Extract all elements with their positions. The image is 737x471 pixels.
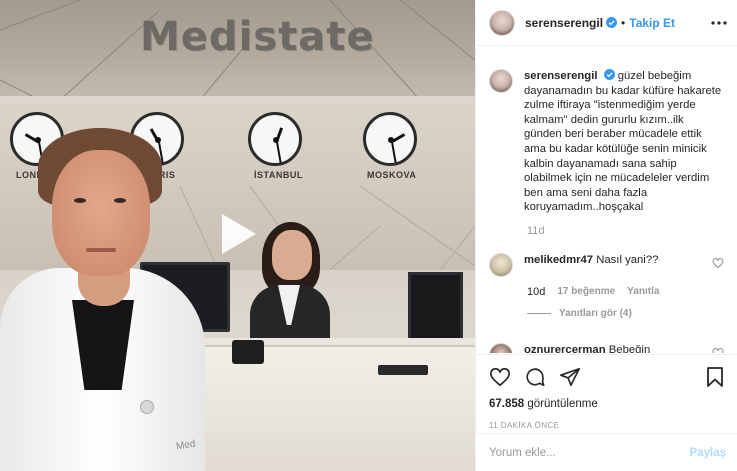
brand-sign: Medistate — [140, 14, 375, 60]
comments-list[interactable]: serenserengil güzel bebeğim dayanamadın … — [476, 47, 737, 353]
caption-text: serenserengil güzel bebeğim dayanamadın … — [524, 69, 724, 215]
verified-icon — [606, 17, 618, 28]
caption-body: güzel bebeğim dayanamadın bu kadar küfür… — [524, 70, 722, 214]
heart-icon[interactable] — [489, 366, 511, 388]
comment-time: 10d — [527, 285, 546, 298]
post-side-panel: serenserengil • Takip Et serenserengil g… — [475, 0, 737, 471]
caption: serenserengil güzel bebeğim dayanamadın … — [489, 47, 726, 215]
reply-button[interactable]: Yanıtla — [627, 286, 659, 298]
clock-moskova — [363, 112, 417, 166]
view-replies-button[interactable]: Yanıtları gör (4) — [527, 308, 726, 319]
doctor-eye — [74, 198, 86, 203]
post-header: serenserengil • Takip Et — [476, 0, 737, 46]
heart-icon[interactable] — [712, 347, 724, 353]
header-username[interactable]: serenserengil — [525, 16, 603, 30]
comment-icon[interactable] — [524, 366, 546, 388]
caption-username[interactable]: serenserengil — [524, 70, 597, 82]
comment-meta: 10d 17 beğenme Yanıtla — [527, 286, 726, 298]
post-comment-button[interactable]: Paylaş — [690, 447, 726, 459]
view-replies-label: Yanıtları gör (4) — [559, 307, 632, 319]
follow-button[interactable]: Takip Et — [629, 16, 675, 30]
desk-phone — [232, 340, 264, 364]
clock-city-label: MOSKOVA — [367, 170, 417, 180]
receptionist-face — [272, 230, 312, 280]
bookmark-icon[interactable] — [704, 366, 726, 388]
clock-city-label: İSTANBUL — [254, 170, 303, 180]
add-comment-bar: Paylaş — [476, 433, 737, 471]
action-bar — [489, 365, 726, 389]
caption-time: 11d — [527, 224, 545, 237]
post-timestamp: 11 DAKİKA ÖNCE — [489, 421, 560, 430]
doctor-face — [52, 150, 150, 276]
views-number: 67.858 — [489, 398, 525, 410]
coat-pin — [140, 400, 154, 414]
comment-text: oznurercerman Bebeğin cinsiyetinin kız o… — [524, 343, 699, 353]
more-icon[interactable] — [710, 14, 728, 32]
play-icon[interactable] — [210, 208, 262, 260]
comment-username[interactable]: oznurercerman — [524, 344, 606, 353]
heart-icon[interactable] — [712, 257, 724, 269]
views-label: görüntülenme — [527, 398, 598, 410]
share-icon[interactable] — [559, 366, 581, 388]
keyboard — [378, 365, 428, 375]
comment-input[interactable] — [489, 446, 690, 459]
avatar[interactable] — [489, 252, 513, 277]
post-container: Medistate LONDON PARIS İSTANBUL MOSKOVA — [0, 0, 737, 471]
avatar[interactable] — [489, 69, 513, 93]
comment-text: melikedmr47 Nasıl yani?? — [524, 253, 704, 277]
comment-likes[interactable]: 17 beğenme — [557, 286, 615, 298]
clock-istanbul — [248, 112, 302, 166]
replies-divider — [527, 312, 551, 314]
list-item: melikedmr47 Nasıl yani?? — [489, 252, 726, 277]
post-video[interactable]: Medistate LONDON PARIS İSTANBUL MOSKOVA — [0, 0, 475, 471]
comment-body: Nasıl yani?? — [596, 253, 659, 266]
view-count[interactable]: 67.858 görüntülenme — [489, 398, 726, 410]
comment-username[interactable]: melikedmr47 — [524, 254, 593, 266]
avatar[interactable] — [489, 342, 513, 353]
doctor-eye — [114, 198, 126, 203]
list-item: oznurercerman Bebeğin cinsiyetinin kız o… — [489, 342, 726, 353]
header-separator: • — [621, 15, 626, 30]
doctor-mouth — [86, 248, 116, 252]
avatar[interactable] — [489, 9, 515, 36]
verified-icon — [603, 69, 615, 80]
